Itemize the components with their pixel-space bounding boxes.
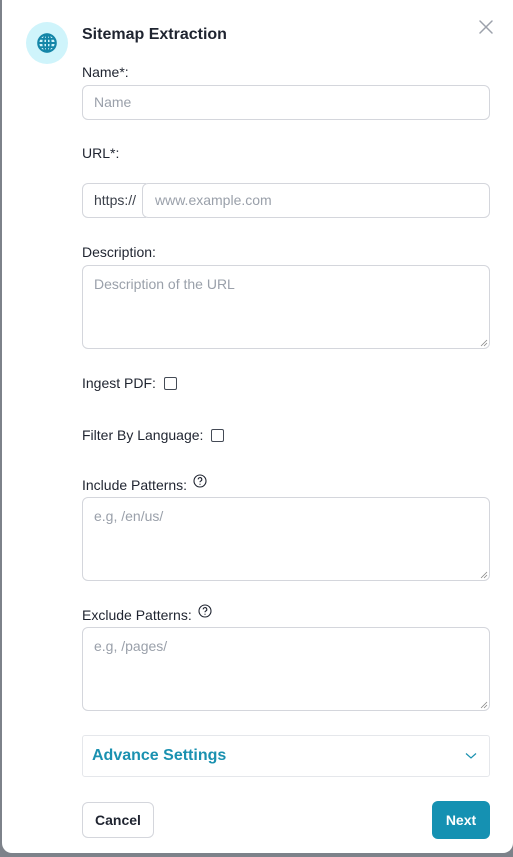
name-input[interactable]: Name [82,85,490,120]
exclude-patterns-textarea[interactable]: e.g, /pages/ [82,627,490,711]
include-patterns-label: Include Patterns: [82,477,188,493]
url-input[interactable]: www.example.com [142,183,490,218]
cancel-button[interactable]: Cancel [82,802,154,838]
ingest-pdf-label: Ingest PDF: [82,375,156,391]
help-circle-icon[interactable] [198,604,212,618]
resize-handle-icon[interactable] [480,701,488,709]
close-icon [479,20,493,34]
advance-settings-accordion[interactable]: Advance Settings [82,735,490,777]
globe-icon-badge [26,22,68,64]
ingest-pdf-checkbox[interactable] [163,376,177,390]
description-label: Description: [82,244,156,260]
description-placeholder: Description of the URL [94,276,235,292]
exclude-patterns-row: Exclude Patterns: [82,604,212,623]
exclude-patterns-label: Exclude Patterns: [82,607,192,623]
name-label: Name*: [82,64,129,80]
url-placeholder: www.example.com [155,192,272,208]
advance-settings-label: Advance Settings [92,747,227,764]
description-textarea[interactable]: Description of the URL [82,265,490,349]
include-patterns-row: Include Patterns: [82,474,207,493]
ingest-pdf-row: Ingest PDF: [82,375,177,391]
filter-language-label: Filter By Language: [82,427,204,443]
chevron-down-icon [465,753,477,759]
sitemap-extraction-dialog: Sitemap Extraction Name*: Name URL*: htt… [2,0,513,853]
include-patterns-placeholder: e.g, /en/us/ [94,508,164,524]
filter-language-row: Filter By Language: [82,427,225,443]
filter-language-checkbox[interactable] [211,428,225,442]
resize-handle-icon[interactable] [480,339,488,347]
globe-icon [37,33,57,53]
next-button[interactable]: Next [432,801,490,839]
url-label: URL*: [82,145,120,161]
dialog-title: Sitemap Extraction [82,26,227,43]
url-prefix: https:// [82,183,146,218]
name-placeholder: Name [94,94,132,110]
close-button[interactable] [476,17,496,37]
exclude-patterns-placeholder: e.g, /pages/ [94,638,168,654]
include-patterns-textarea[interactable]: e.g, /en/us/ [82,497,490,581]
help-circle-icon[interactable] [193,474,207,488]
resize-handle-icon[interactable] [480,571,488,579]
